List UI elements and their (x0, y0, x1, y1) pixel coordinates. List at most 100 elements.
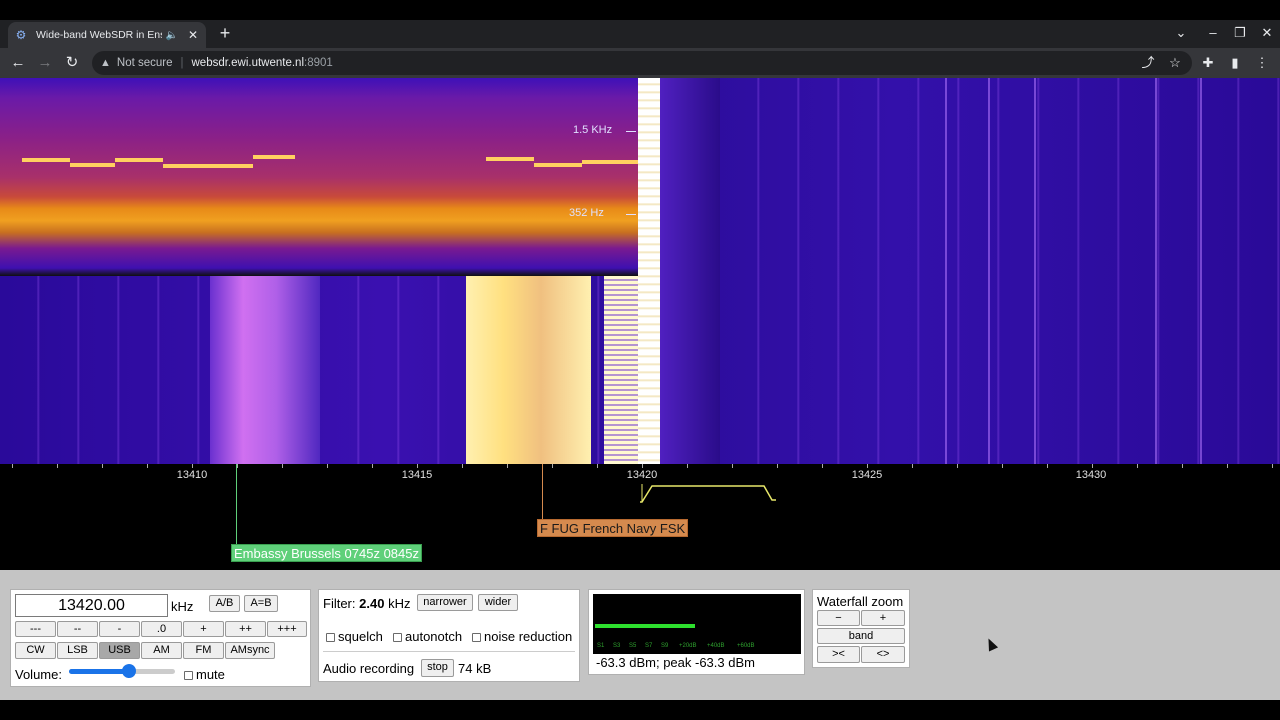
mute-checkbox-row[interactable]: mute (184, 667, 225, 682)
round-frequency-button[interactable]: .0 (141, 621, 182, 637)
scale-label: 13425 (851, 469, 883, 481)
waterfall-trace (1200, 78, 1202, 464)
address-bar[interactable]: ▲ Not secure | websdr.ewi.utwente.nl :89… (92, 51, 1192, 75)
bookmark-star-icon[interactable]: ☆ (1165, 53, 1185, 73)
noise-reduction-row[interactable]: noise reduction (472, 629, 572, 644)
a-equals-b-button[interactable]: A=B (244, 595, 278, 612)
scale-tick (57, 464, 58, 468)
top-black-bar (0, 0, 1280, 20)
reload-icon[interactable]: ↻ (62, 53, 82, 73)
spectrogram-label-low: 352 Hz (569, 207, 604, 219)
volume-slider-thumb[interactable] (122, 664, 136, 678)
mute-label: mute (196, 667, 225, 682)
filter-label: Filter: (323, 596, 356, 611)
step-up-small-button[interactable]: + (183, 621, 224, 637)
mode-amsync-button[interactable]: AMsync (225, 642, 275, 659)
scale-tick (687, 464, 688, 468)
passband-filter-shape[interactable] (640, 484, 778, 504)
scale-tick (1002, 464, 1003, 468)
frequency-scale[interactable]: 13410 13415 13420 13425 13430 (0, 464, 1280, 570)
mode-usb-button[interactable]: USB (99, 642, 140, 659)
side-panel-icon[interactable]: ▮ (1225, 53, 1245, 73)
websdr-favicon-icon: ⚙ (15, 28, 27, 42)
speaker-icon[interactable]: 🔈 (166, 30, 178, 41)
tab-search-icon[interactable]: ⌄ (1172, 24, 1190, 42)
minimize-icon[interactable]: – (1204, 24, 1222, 42)
zoom-narrow-button[interactable]: >< (817, 646, 860, 663)
mode-am-button[interactable]: AM (141, 642, 182, 659)
step-down-medium-button[interactable]: -- (57, 621, 98, 637)
url-host: websdr.ewi.utwente.nl (191, 57, 305, 69)
autonotch-row[interactable]: autonotch (393, 629, 462, 644)
waterfall-trace (1034, 78, 1036, 464)
not-secure-label: Not secure (116, 57, 173, 69)
scale-tick (12, 464, 13, 468)
station-label-french-navy[interactable]: F FUG French Navy FSK (537, 519, 689, 537)
forward-arrow-icon[interactable]: → (35, 53, 55, 73)
scale-tick (1092, 464, 1093, 468)
waterfall-trace (945, 78, 947, 464)
warning-icon: ▲ (100, 57, 111, 69)
signal-scale-label: S1 (597, 643, 605, 649)
spectrogram-tone (70, 163, 115, 167)
browser-tab[interactable]: ⚙ Wide-band WebSDR in Ensch 🔈 ✕ (8, 22, 206, 48)
signal-scale-label: S3 (613, 643, 621, 649)
filter-wider-button[interactable]: wider (478, 594, 518, 611)
step-up-large-button[interactable]: +++ (267, 621, 307, 637)
scale-tick (192, 464, 193, 468)
scale-tick (642, 464, 643, 468)
zoom-band-button[interactable]: band (817, 628, 905, 644)
scale-tick (867, 464, 868, 468)
zoom-out-button[interactable]: − (817, 610, 860, 626)
back-arrow-icon[interactable]: ← (8, 53, 28, 73)
waterfall-trace (1155, 78, 1157, 464)
signal-level-bar (595, 624, 695, 628)
signal-reading: -63.3 dBm; peak -63.3 dBm (596, 655, 755, 670)
zoom-wide-button[interactable]: <> (861, 646, 905, 663)
waterfall-display[interactable]: 1.5 KHz 352 Hz (0, 78, 1280, 464)
scale-tick (1272, 464, 1273, 468)
frequency-input[interactable]: 13420.00 (15, 594, 168, 617)
share-icon[interactable]: ⤴ (1138, 53, 1158, 73)
url-port: :8901 (304, 57, 333, 69)
scale-tick (822, 464, 823, 468)
zoom-in-button[interactable]: + (861, 610, 905, 626)
step-up-medium-button[interactable]: ++ (225, 621, 266, 637)
new-tab-icon[interactable]: + (216, 24, 234, 42)
filter-narrower-button[interactable]: narrower (417, 594, 473, 611)
scale-tick (282, 464, 283, 468)
scale-tick (552, 464, 553, 468)
signal-scale-label: +60dB (737, 643, 755, 649)
bottom-black-bar (0, 700, 1280, 720)
scale-tick (777, 464, 778, 468)
stop-recording-button[interactable]: stop (421, 659, 454, 677)
frequency-unit: kHz (171, 599, 194, 614)
scale-tick (507, 464, 508, 468)
spectrogram-tone (253, 155, 295, 159)
spectrogram-tone (163, 164, 253, 168)
mode-lsb-button[interactable]: LSB (57, 642, 98, 659)
tab-title: Wide-band WebSDR in Ensch (36, 29, 162, 41)
noise-reduction-checkbox[interactable] (472, 633, 481, 643)
squelch-checkbox[interactable] (326, 633, 335, 643)
close-window-icon[interactable]: ✕ (1258, 24, 1276, 42)
extensions-puzzle-icon[interactable]: ✚ (1198, 53, 1218, 73)
scale-tick (462, 464, 463, 468)
mode-fm-button[interactable]: FM (183, 642, 224, 659)
restore-icon[interactable]: ❐ (1231, 24, 1249, 42)
signal-scale-label: +20dB (679, 643, 697, 649)
step-down-small-button[interactable]: - (99, 621, 140, 637)
menu-kebab-icon[interactable]: ⋮ (1252, 53, 1272, 73)
filter-readout: Filter: 2.40 kHz (323, 596, 410, 611)
ab-swap-button[interactable]: A/B (209, 595, 240, 612)
station-label-embassy-brussels[interactable]: Embassy Brussels 0745z 0845z (231, 544, 422, 562)
autonotch-checkbox[interactable] (393, 633, 402, 643)
mute-checkbox[interactable] (184, 671, 193, 681)
mode-cw-button[interactable]: CW (15, 642, 56, 659)
squelch-row[interactable]: squelch (326, 629, 383, 644)
scale-label: 13420 (626, 469, 658, 481)
waterfall-dark-region (660, 78, 720, 464)
step-down-large-button[interactable]: --- (15, 621, 56, 637)
waterfall-signal-band (466, 276, 591, 464)
close-tab-icon[interactable]: ✕ (186, 28, 200, 42)
